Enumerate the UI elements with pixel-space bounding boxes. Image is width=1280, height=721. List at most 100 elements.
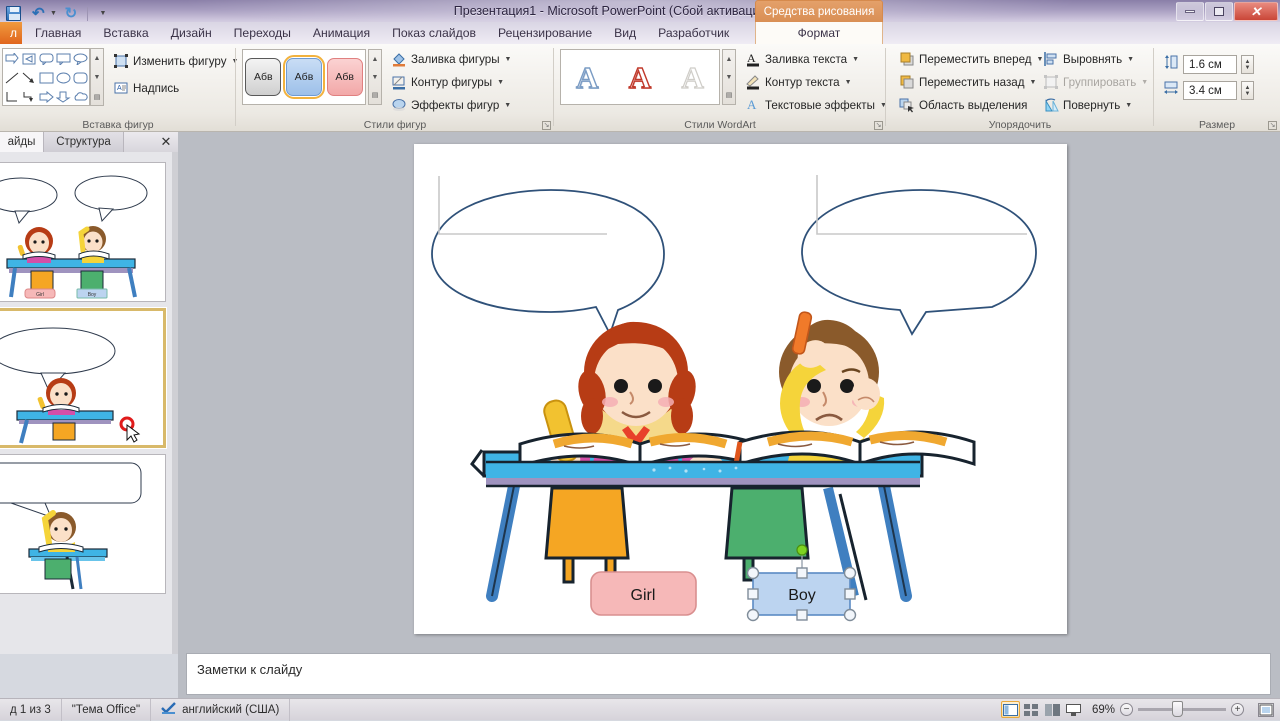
tab-animations[interactable]: Анимация bbox=[302, 24, 381, 42]
wordart-thumb-gray[interactable]: A bbox=[681, 61, 705, 93]
text-fill-button[interactable]: A Заливка текста ▼ bbox=[742, 50, 890, 68]
wordart-gallery[interactable]: A A A bbox=[560, 49, 720, 105]
rotate-button[interactable]: Повернуть ▼ bbox=[1040, 96, 1151, 114]
shape-arrow-line-icon[interactable] bbox=[20, 68, 37, 87]
tab-insert[interactable]: Вставка bbox=[92, 24, 159, 42]
slide-thumbnails-list[interactable]: Girl Boy bbox=[0, 152, 172, 654]
shapes-row bbox=[3, 49, 89, 68]
shape-cloud-icon[interactable] bbox=[72, 87, 89, 105]
shape-block-arrow-down-icon[interactable] bbox=[55, 87, 72, 105]
notes-placeholder[interactable]: Заметки к слайду bbox=[186, 653, 1271, 695]
maximize-button[interactable] bbox=[1205, 2, 1233, 21]
tab-home[interactable]: Главная bbox=[24, 24, 92, 42]
shape-style-thumb-red[interactable]: Абв bbox=[326, 58, 363, 96]
text-outline-button[interactable]: Контур текста ▼ bbox=[742, 73, 890, 91]
shape-ellipse-icon[interactable] bbox=[55, 68, 72, 87]
size-dialog-launcher[interactable]: ↘ bbox=[1268, 121, 1277, 130]
boy-label-shape[interactable]: Boy bbox=[752, 572, 851, 616]
tab-slideshow[interactable]: Показ слайдов bbox=[381, 24, 487, 42]
tab-design[interactable]: Дизайн bbox=[160, 24, 223, 42]
text-effects-button[interactable]: A Текстовые эффекты ▼ bbox=[742, 96, 890, 114]
shape-corner-icon[interactable] bbox=[3, 87, 20, 105]
slide-canvas[interactable]: Girl Boy bbox=[414, 144, 1067, 634]
selection-pane-button[interactable]: Область выделения bbox=[896, 96, 1046, 114]
tab-developer[interactable]: Разработчик bbox=[647, 24, 740, 42]
wordart-dialog-launcher[interactable]: ↘ bbox=[874, 121, 883, 130]
slide-thumbnail-1[interactable]: Girl Boy bbox=[0, 162, 166, 302]
shape-block-arrow-right-icon[interactable] bbox=[37, 87, 54, 105]
theme-name[interactable]: "Тема Office" bbox=[62, 698, 152, 721]
scroll-up-icon[interactable]: ▲ bbox=[369, 50, 381, 68]
slide-thumbnail-3[interactable] bbox=[0, 454, 166, 594]
scroll-up-icon[interactable]: ▲ bbox=[91, 49, 103, 68]
view-slideshow-button[interactable] bbox=[1064, 701, 1083, 718]
zoom-slider-track[interactable] bbox=[1138, 701, 1226, 717]
zoom-slider-thumb[interactable] bbox=[1172, 701, 1183, 717]
shape-rect-callout-icon[interactable] bbox=[55, 49, 72, 68]
tab-outline[interactable]: Структура bbox=[44, 132, 124, 152]
tab-review[interactable]: Рецензирование bbox=[487, 24, 603, 42]
text-box-button[interactable]: A Надпись bbox=[110, 79, 241, 97]
more-wordart-icon[interactable]: ▤ bbox=[723, 86, 735, 104]
slide-thumbnail-2[interactable] bbox=[0, 307, 167, 449]
more-shapes-icon[interactable]: ▤ bbox=[91, 87, 103, 106]
girl-label-shape[interactable]: Girl bbox=[590, 571, 697, 616]
language-status[interactable]: английский (США) bbox=[151, 698, 291, 721]
wordart-gallery-scroll[interactable]: ▲ ▼ ▤ bbox=[722, 49, 736, 105]
shape-styles-gallery[interactable]: Абв Абв Абв bbox=[242, 49, 366, 105]
shape-styles-scroll[interactable]: ▲ ▼ ▤ bbox=[368, 49, 382, 105]
shape-outline-label: Контур фигуры bbox=[411, 75, 493, 89]
tab-file[interactable]: л bbox=[0, 22, 22, 44]
shape-height-input[interactable]: 1.6 см bbox=[1183, 55, 1237, 74]
view-slide-sorter-button[interactable] bbox=[1022, 701, 1041, 718]
tab-view[interactable]: Вид bbox=[603, 24, 647, 42]
tab-slides[interactable]: айды bbox=[0, 132, 44, 152]
shape-arrow-right-icon[interactable] bbox=[3, 49, 20, 68]
scroll-up-icon[interactable]: ▲ bbox=[723, 50, 735, 68]
scroll-down-icon[interactable]: ▼ bbox=[91, 68, 103, 87]
shape-outline-button[interactable]: Контур фигуры ▼ bbox=[388, 73, 514, 91]
change-shape-button[interactable]: Изменить фигуру ▼ bbox=[110, 52, 241, 70]
shape-style-thumb-blue-selected[interactable]: Абв bbox=[282, 55, 325, 99]
shape-width-spinner[interactable]: ▲ ▼ bbox=[1241, 81, 1254, 100]
align-button[interactable]: Выровнять ▼ bbox=[1040, 50, 1151, 68]
close-pane-button[interactable]: ✕ bbox=[158, 134, 174, 150]
close-button[interactable]: ✕ bbox=[1234, 2, 1278, 21]
right-speech-bubble[interactable] bbox=[801, 175, 1037, 336]
fit-slide-to-window-button[interactable] bbox=[1258, 702, 1274, 717]
slide-counter[interactable]: д 1 из 3 bbox=[0, 698, 62, 721]
shape-height-spinner[interactable]: ▲ ▼ bbox=[1241, 55, 1254, 74]
shape-styles-dialog-launcher[interactable]: ↘ bbox=[542, 121, 551, 130]
shape-line-icon[interactable] bbox=[3, 68, 20, 87]
view-normal-button[interactable] bbox=[1000, 701, 1020, 718]
shape-fill-button[interactable]: Заливка фигуры ▼ bbox=[388, 50, 514, 68]
shape-rounded-callout-icon[interactable] bbox=[37, 49, 54, 68]
zoom-level-label[interactable]: 69% bbox=[1092, 704, 1115, 716]
left-speech-bubble[interactable] bbox=[431, 176, 665, 337]
view-reading-button[interactable] bbox=[1043, 701, 1062, 718]
tab-format[interactable]: Формат bbox=[755, 22, 883, 44]
shape-rounded-rect-icon[interactable] bbox=[72, 68, 89, 87]
scroll-down-icon[interactable]: ▼ bbox=[723, 68, 735, 86]
wordart-thumb-red[interactable]: A bbox=[628, 61, 652, 93]
shapes-gallery-scroll[interactable]: ▲ ▼ ▤ bbox=[90, 48, 104, 106]
shape-style-thumb-gray[interactable]: Абв bbox=[245, 58, 282, 96]
send-backward-button[interactable]: Переместить назад ▼ bbox=[896, 73, 1046, 91]
shapes-gallery[interactable] bbox=[2, 48, 90, 106]
wordart-thumb-blue[interactable]: A bbox=[575, 61, 599, 93]
zoom-out-button[interactable]: − bbox=[1120, 703, 1133, 716]
zoom-in-button[interactable]: + bbox=[1231, 703, 1244, 716]
minimize-button[interactable] bbox=[1176, 2, 1204, 21]
shape-effects-button[interactable]: Эффекты фигур ▼ bbox=[388, 96, 514, 114]
shape-elbow-connector-icon[interactable] bbox=[20, 87, 37, 105]
scroll-down-icon[interactable]: ▼ bbox=[369, 68, 381, 86]
more-styles-icon[interactable]: ▤ bbox=[369, 86, 381, 104]
shape-triangle-left-icon[interactable] bbox=[20, 49, 37, 68]
tab-transitions[interactable]: Переходы bbox=[223, 24, 302, 42]
group-button[interactable]: Группировать ▼ bbox=[1040, 73, 1151, 91]
reading-view-icon bbox=[1044, 703, 1060, 716]
shape-width-input[interactable]: 3.4 см bbox=[1183, 81, 1237, 100]
shape-rectangle-icon[interactable] bbox=[37, 68, 54, 87]
shape-oval-callout-icon[interactable] bbox=[72, 49, 89, 68]
bring-forward-button[interactable]: Переместить вперед ▼ bbox=[896, 50, 1046, 68]
